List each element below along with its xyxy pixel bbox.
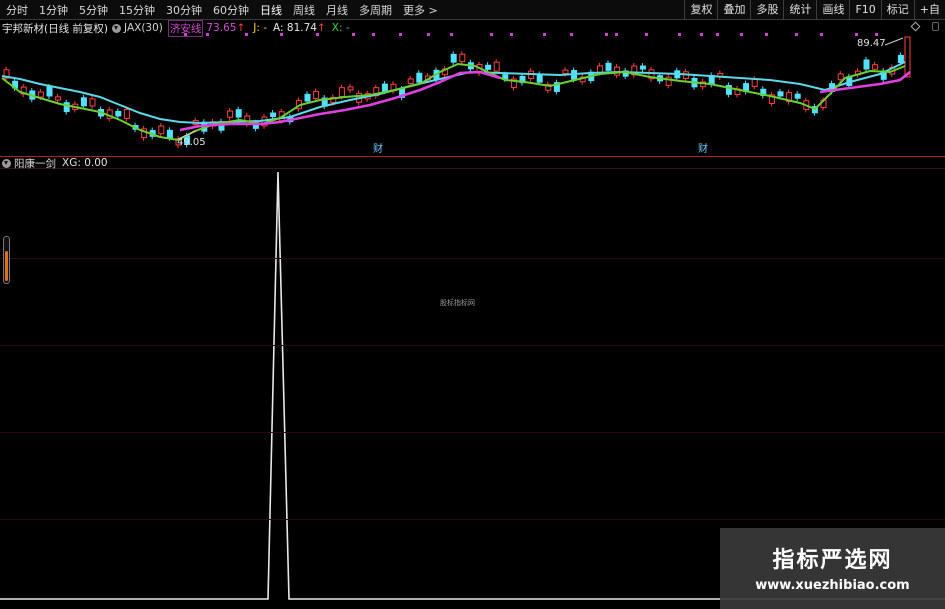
signal-dot bbox=[700, 33, 703, 36]
signal-dot bbox=[245, 33, 248, 36]
candle-body bbox=[639, 65, 646, 70]
candle-body bbox=[450, 53, 457, 63]
grid-line bbox=[0, 345, 945, 346]
candle-body bbox=[605, 62, 612, 71]
grid-line bbox=[0, 519, 945, 520]
candle-body bbox=[158, 125, 165, 135]
grid-line bbox=[0, 258, 945, 259]
candle-body bbox=[227, 110, 234, 118]
signal-dot bbox=[490, 33, 493, 36]
candle-body bbox=[235, 109, 242, 118]
vertical-scroll-handle[interactable] bbox=[3, 236, 10, 284]
candle-body bbox=[897, 54, 904, 63]
candle-body bbox=[562, 69, 569, 75]
candle-body bbox=[777, 91, 784, 97]
candle-body bbox=[485, 64, 492, 70]
candle-body bbox=[837, 73, 844, 81]
high-price-pointer bbox=[884, 37, 904, 46]
candle-body bbox=[459, 53, 466, 63]
candle-body bbox=[416, 72, 423, 83]
candle-body bbox=[46, 86, 53, 97]
signal-dot bbox=[372, 33, 375, 36]
signal-dot bbox=[820, 33, 823, 36]
candle-body bbox=[304, 93, 311, 102]
signal-dot bbox=[427, 33, 430, 36]
signal-dot bbox=[450, 33, 453, 36]
candle-body bbox=[347, 86, 354, 91]
jax-line bbox=[819, 70, 911, 94]
candle-body bbox=[123, 108, 130, 119]
candle-body bbox=[270, 112, 277, 117]
signal-dot bbox=[543, 33, 546, 36]
candle-body bbox=[381, 83, 388, 92]
candle-body bbox=[80, 97, 87, 107]
signal-dot bbox=[875, 33, 878, 36]
signal-dot bbox=[716, 33, 719, 36]
candle-body bbox=[407, 78, 414, 85]
candlesticks bbox=[3, 36, 911, 148]
event-marker-finance[interactable]: 财 bbox=[698, 142, 708, 155]
signal-dot bbox=[352, 33, 355, 36]
candle-body bbox=[338, 87, 345, 98]
candle-body bbox=[863, 59, 870, 70]
signal-dot bbox=[795, 33, 798, 36]
signal-dot bbox=[316, 33, 319, 36]
sub-indicator-name[interactable]: 阳康一剑 bbox=[14, 156, 56, 171]
candle-body bbox=[55, 96, 62, 101]
signal-dot bbox=[206, 33, 209, 36]
signal-dot bbox=[399, 33, 402, 36]
signal-dot bbox=[645, 33, 648, 36]
signal-dot bbox=[740, 33, 743, 36]
indicator-menu-icon[interactable] bbox=[2, 158, 11, 168]
candle-body bbox=[536, 73, 543, 83]
candle-body bbox=[493, 61, 500, 72]
high-price-label: 89.47 bbox=[857, 38, 886, 49]
sub-header-divider bbox=[0, 168, 945, 169]
low-price-label: 49.05 bbox=[177, 137, 206, 148]
site-watermark: 指标严选网 www.xuezhibiao.com bbox=[720, 528, 945, 609]
candle-body bbox=[596, 65, 603, 73]
center-watermark-label: 股标指标网 bbox=[440, 299, 475, 307]
signal-dot bbox=[605, 33, 608, 36]
candle-body bbox=[115, 110, 122, 117]
candle-body bbox=[751, 78, 758, 87]
xg-value: XG: 0.00 bbox=[62, 157, 108, 169]
sub-chart-header: 阳康一剑 XG: 0.00 bbox=[2, 156, 108, 171]
watermark-title: 指标严选网 bbox=[772, 548, 893, 573]
signal-dot bbox=[765, 33, 768, 36]
signal-dot bbox=[678, 33, 681, 36]
candle-body bbox=[166, 129, 173, 139]
panel-divider[interactable] bbox=[0, 156, 945, 157]
signal-dot bbox=[280, 33, 283, 36]
candle-body bbox=[502, 74, 509, 80]
candle-body bbox=[37, 91, 44, 98]
candle-body bbox=[313, 91, 320, 100]
grid-line bbox=[0, 432, 945, 433]
cyan-ma-line bbox=[1, 61, 906, 125]
candle-body bbox=[904, 36, 911, 78]
candle-body bbox=[872, 64, 879, 70]
candle-body bbox=[794, 93, 801, 99]
event-marker-finance[interactable]: 财 bbox=[373, 142, 383, 155]
signal-dot bbox=[510, 33, 513, 36]
signal-dot bbox=[855, 33, 858, 36]
signal-dots bbox=[184, 33, 878, 36]
signal-dot bbox=[615, 33, 618, 36]
candle-body bbox=[89, 98, 96, 107]
signal-dot bbox=[570, 33, 573, 36]
signal-dot bbox=[184, 33, 187, 36]
watermark-url: www.xuezhibiao.com bbox=[755, 578, 910, 593]
